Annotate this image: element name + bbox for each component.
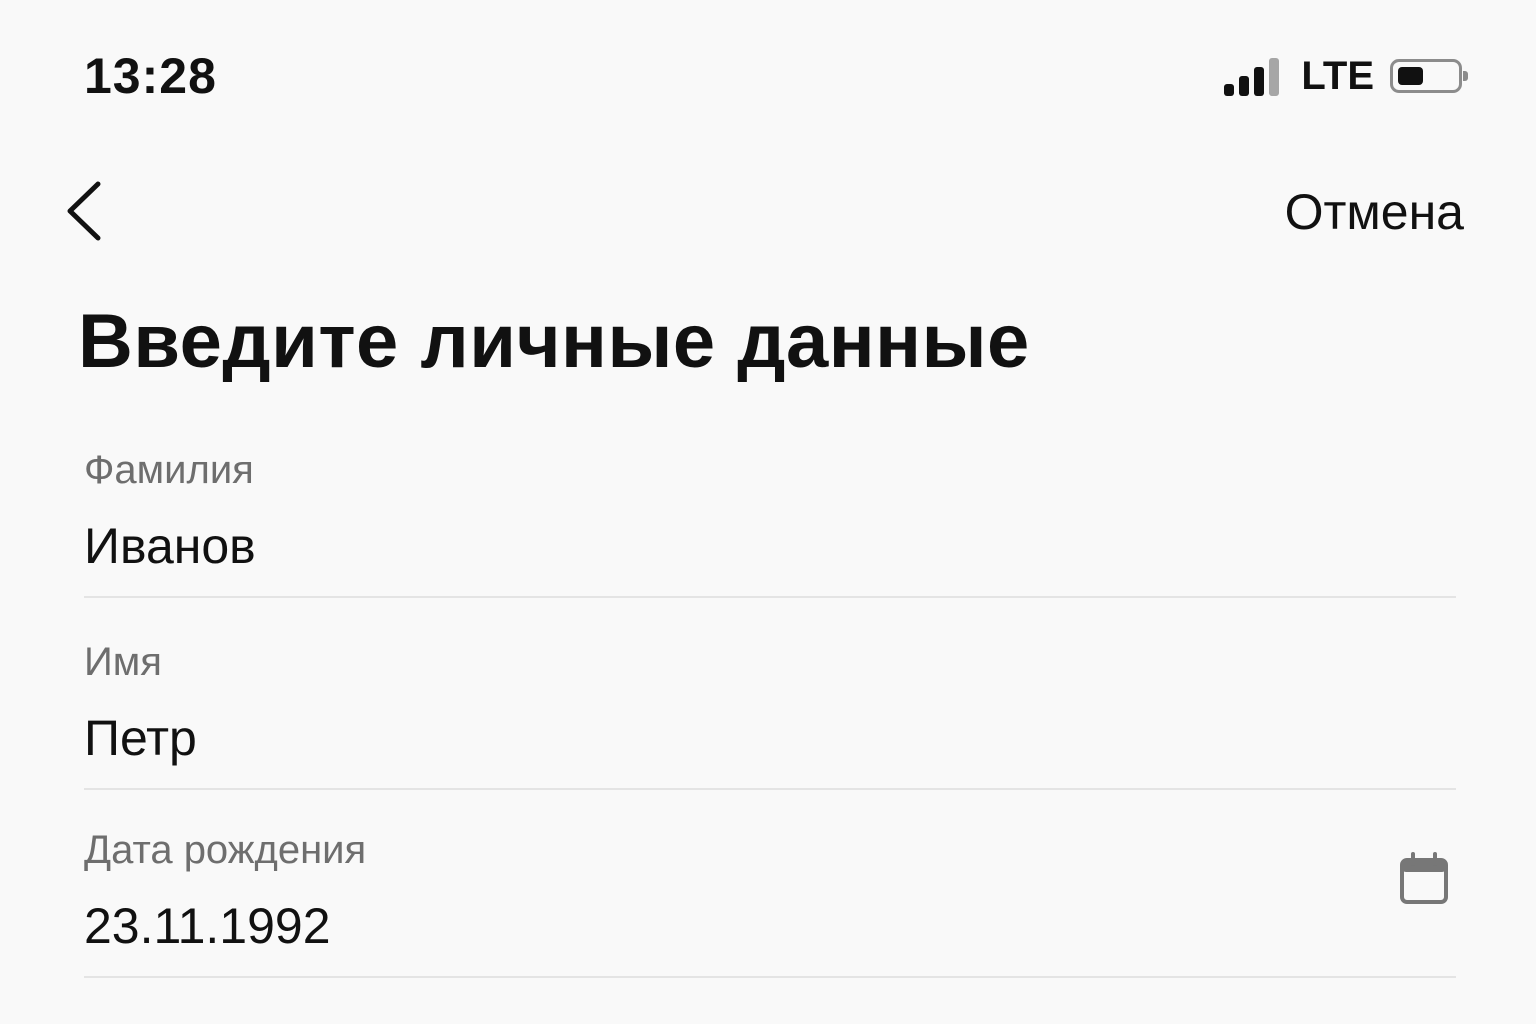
signal-bar [1239,76,1250,96]
status-bar: 13:28 LTE [0,0,1536,150]
last-name-input[interactable] [84,516,1284,576]
signal-bar [1224,84,1235,96]
battery-level [1398,67,1423,85]
first-name-input[interactable] [84,708,1284,768]
calendar-icon [1400,852,1448,904]
status-indicators: LTE [1224,52,1468,100]
battery-icon [1390,59,1468,93]
last-name-label: Фамилия [84,448,254,492]
first-name-label: Имя [84,640,162,684]
back-button[interactable] [58,176,118,246]
birth-date-input[interactable] [84,896,1284,956]
birth-date-field: Дата рождения [84,826,1456,978]
calendar-button[interactable] [1398,850,1450,908]
birth-date-label: Дата рождения [84,828,367,872]
page-title: Введите личные данные [78,299,1030,384]
network-type: LTE [1301,54,1374,98]
signal-strength-icon [1224,56,1280,96]
signal-bar [1254,67,1265,96]
cancel-button[interactable]: Отмена [1285,180,1464,244]
battery-cap [1463,71,1468,81]
first-name-field: Имя [84,638,1456,790]
signal-bar [1269,58,1280,96]
status-time: 13:28 [84,48,217,104]
chevron-left-icon [67,181,101,241]
last-name-field: Фамилия [84,446,1456,598]
